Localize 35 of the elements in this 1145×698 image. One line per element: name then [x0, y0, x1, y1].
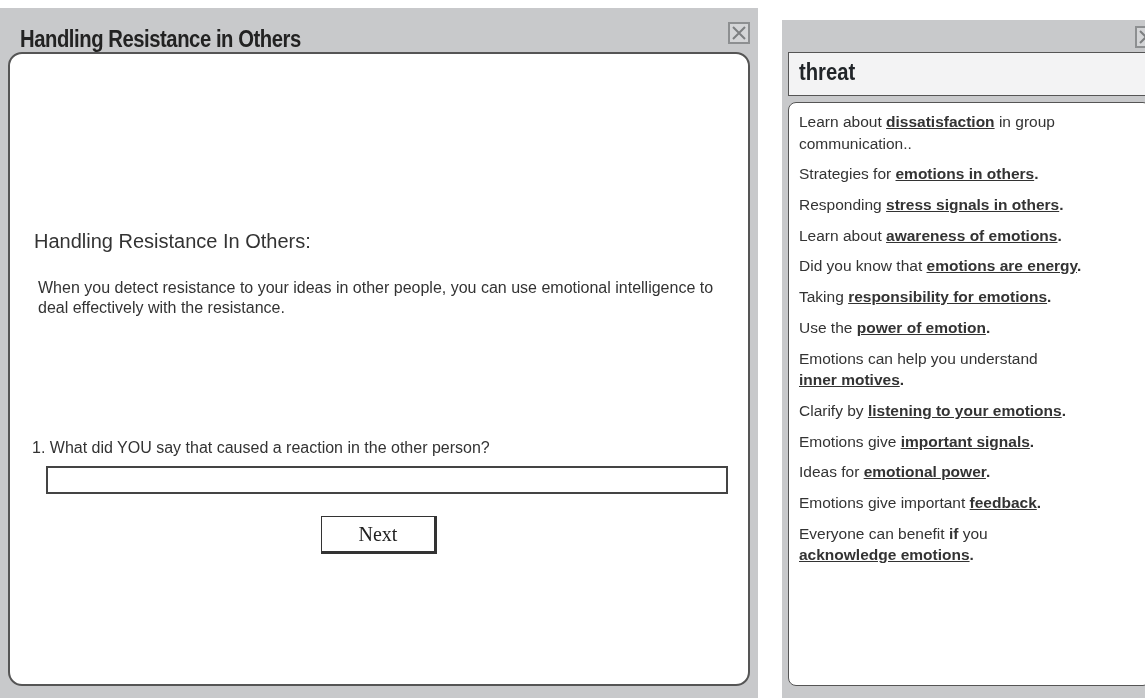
suggestion-text: Emotions give important signals. [799, 431, 1036, 452]
suggestion-text: Ideas for emotional power. [799, 462, 992, 483]
suggestion-text: Learn about dissatisfaction in group communication.. [799, 112, 1056, 154]
next-button[interactable]: Next [321, 516, 437, 554]
suggestion-text: Emotions give important feedback. [799, 492, 1043, 513]
suggestion-text: Responding stress signals in others. [799, 195, 1065, 216]
suggestion-text: Strategies for emotions in others. [799, 164, 1040, 185]
topic-link[interactable]: important signals [900, 432, 1030, 450]
topic-link[interactable]: dissatisfaction [886, 113, 995, 130]
topic-link[interactable]: emotions are energy [926, 257, 1077, 275]
heading: Handling Resistance In Others: [34, 229, 312, 254]
topic-link[interactable]: listening to your emotions [867, 401, 1062, 419]
close-button[interactable] [728, 22, 750, 44]
topic-link[interactable]: power of emotion [856, 318, 986, 336]
topic-link[interactable]: responsibility for emotions [848, 288, 1048, 306]
topic-link[interactable]: awareness of emotions [886, 226, 1058, 244]
topic-link[interactable]: feedback [969, 493, 1037, 511]
suggestion-text: Use the power of emotion. [799, 317, 992, 338]
topic-link[interactable]: emotions in others [895, 165, 1035, 183]
suggestion-text: Everyone can benefit if you acknowledge emotions. [799, 523, 989, 566]
suggestion-text: Taking responsibility for emotions. [799, 287, 1053, 308]
window-title: Handling Resistance in Others [20, 26, 301, 52]
topic-link[interactable]: inner motives [799, 371, 900, 389]
intro-paragraph: When you detect resistance to your ideas in other people, you can use emotional intelligence to deal effectively with the resistance. [38, 278, 715, 318]
answer-field[interactable] [46, 466, 728, 494]
topic-link[interactable]: stress signals in others [886, 196, 1060, 214]
suggestion-text: Learn about awareness of emotions. [799, 225, 1063, 246]
topic-link[interactable]: emotional power [863, 463, 986, 481]
topic-link[interactable]: acknowledge emotions [799, 546, 970, 564]
close-icon [731, 25, 747, 41]
question-label: 1. What did YOU say that caused a reaction in the other person? [32, 438, 491, 458]
suggestion-text: Clarify by listening to your emotions. [799, 400, 1067, 421]
topic-title: threat [799, 58, 856, 87]
suggestion-text: Did you know that emotions are energy. [799, 256, 1083, 277]
suggestion-text: Emotions can help you understand inner motives. [799, 348, 1039, 391]
